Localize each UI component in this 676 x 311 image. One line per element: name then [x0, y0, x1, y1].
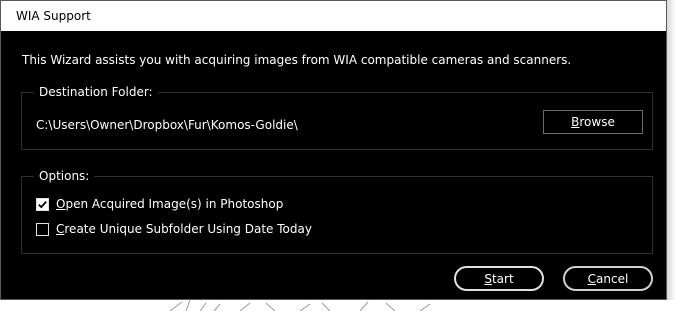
cancel-label: ancel: [596, 272, 629, 286]
open-in-photoshop-mnemonic: O: [56, 197, 66, 211]
start-mnemonic: S: [484, 272, 492, 286]
browse-button[interactable]: Browse: [543, 110, 643, 134]
unique-subfolder-option[interactable]: Create Unique Subfolder Using Date Today: [36, 222, 312, 236]
checkmark-icon: [38, 200, 47, 208]
unique-subfolder-checkbox[interactable]: [36, 222, 49, 236]
cancel-mnemonic: C: [587, 272, 597, 286]
dialog-content: This Wizard assists you with acquiring i…: [1, 31, 666, 299]
open-in-photoshop-checkbox[interactable]: [36, 197, 49, 211]
wia-support-dialog: WIA Support This Wizard assists you with…: [0, 0, 667, 300]
unique-subfolder-label: reate Unique Subfolder Using Date Today: [64, 222, 312, 236]
intro-text: This Wizard assists you with acquiring i…: [22, 53, 572, 67]
destination-path: C:\Users\Owner\Dropbox\Fur\Komos-Goldie\: [36, 118, 298, 132]
start-button[interactable]: Start: [454, 266, 544, 291]
destination-folder-group: Destination Folder: C:\Users\Owner\Dropb…: [21, 85, 653, 150]
start-label: tart: [491, 272, 514, 286]
destination-folder-legend: Destination Folder:: [34, 85, 158, 99]
unique-subfolder-mnemonic: C: [56, 222, 65, 236]
screen: WIA Support This Wizard assists you with…: [0, 0, 676, 311]
cancel-button[interactable]: Cancel: [563, 266, 653, 291]
options-legend: Options:: [34, 169, 95, 183]
title-bar[interactable]: WIA Support: [1, 1, 666, 31]
browse-label: rowse: [579, 115, 615, 129]
open-in-photoshop-label: pen Acquired Image(s) in Photoshop: [65, 197, 284, 211]
options-group: Options: Open Acquired Image(s) in Photo…: [21, 169, 653, 254]
open-in-photoshop-option[interactable]: Open Acquired Image(s) in Photoshop: [36, 197, 283, 211]
window-shadow: [667, 0, 676, 300]
window-title: WIA Support: [16, 9, 91, 23]
